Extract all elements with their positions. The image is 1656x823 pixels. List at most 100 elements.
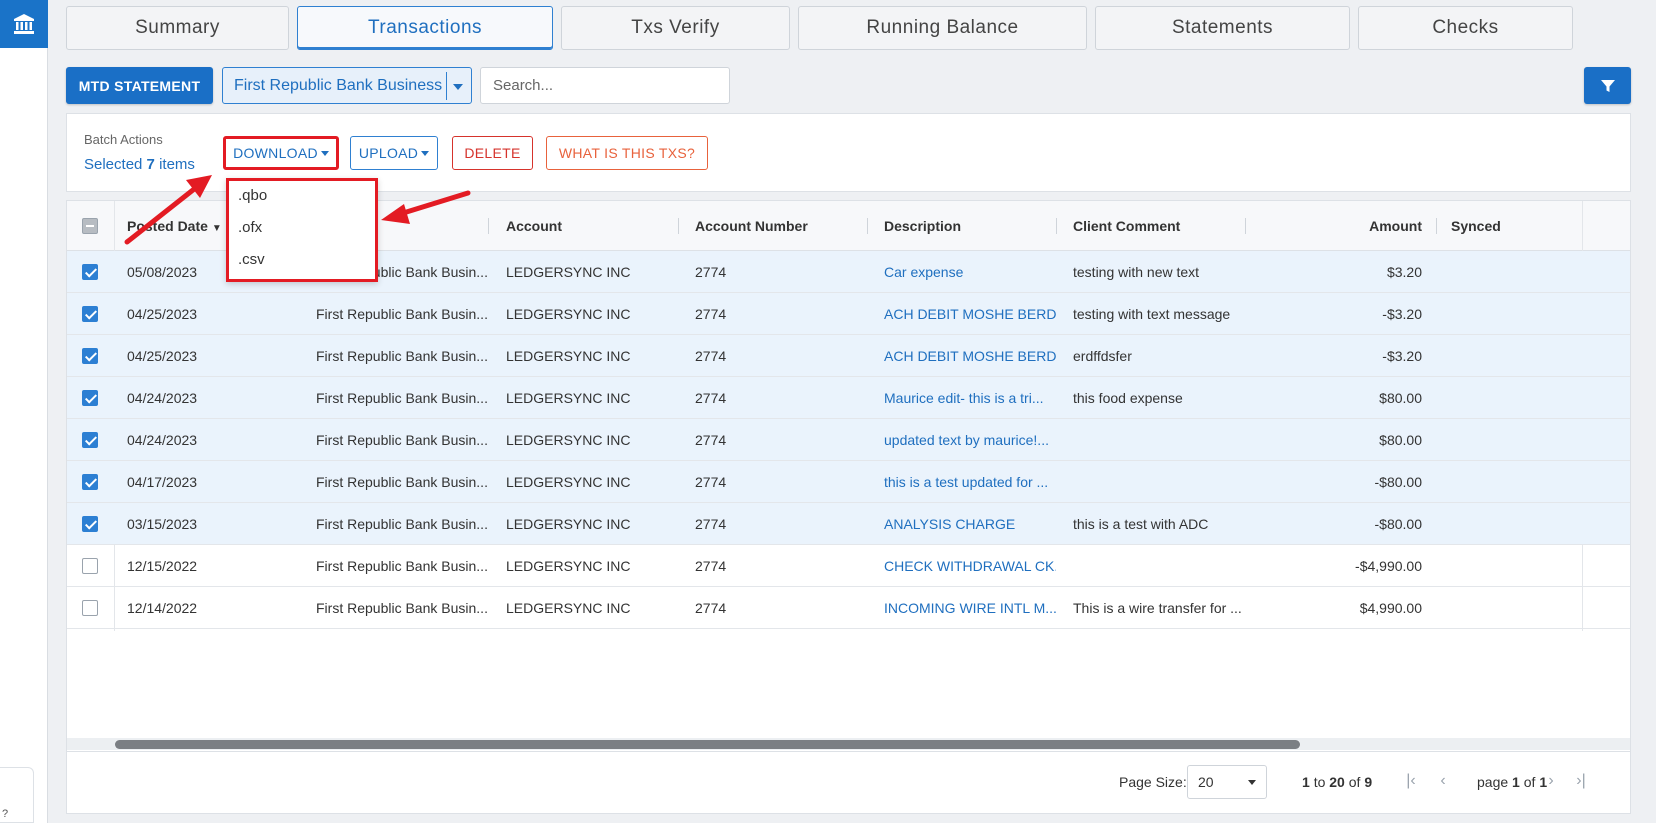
filter-button[interactable] [1584, 67, 1631, 104]
cell-account-number: 2774 [695, 264, 727, 280]
pagination-bar: Page Size: 20 1 to 20 of 9 |‹ ‹ page 1 o… [67, 751, 1630, 813]
horizontal-scrollbar[interactable] [67, 738, 1630, 750]
table-row[interactable]: 04/24/2023 First Republic Bank Busin... LE… [67, 377, 1630, 419]
row-checkbox[interactable] [82, 348, 98, 364]
cell-posted-date: 04/25/2023 [127, 306, 198, 322]
next-page-icon[interactable]: › [1543, 771, 1559, 791]
page-size-value: 20 [1198, 774, 1214, 790]
cell-posted-date: 04/24/2023 [127, 432, 198, 448]
cell-account: LEDGERSYNC INC [506, 558, 631, 574]
cell-bank: First Republic Bank Busin... [316, 558, 488, 574]
bank-account-select[interactable]: First Republic Bank Business [222, 67, 472, 104]
cell-client-comment: This is a wire transfer for ... [1073, 600, 1242, 616]
cell-account-number: 2774 [695, 600, 727, 616]
row-checkbox[interactable] [82, 306, 98, 322]
cell-posted-date: 04/24/2023 [127, 390, 198, 406]
delete-button[interactable]: DELETE [452, 136, 533, 170]
upload-button[interactable]: UPLOAD [350, 136, 438, 170]
what-is-this-txs-button[interactable]: WHAT IS THIS TXS? [546, 136, 708, 170]
download-button[interactable]: DOWNLOAD [223, 136, 339, 170]
mtd-statement-button[interactable]: MTD STATEMENT [66, 67, 213, 104]
range-start: 1 [1302, 774, 1310, 790]
col-client-comment[interactable]: Client Comment [1073, 201, 1243, 251]
last-page-icon[interactable]: ›| [1573, 771, 1589, 791]
help-widget[interactable]: ? [0, 767, 34, 823]
tab-statements[interactable]: Statements [1095, 6, 1350, 50]
cell-account: LEDGERSYNC INC [506, 516, 631, 532]
caret-down-icon [421, 150, 430, 156]
range-to: to [1313, 774, 1326, 790]
cell-client-comment [1073, 419, 1245, 461]
row-checkbox[interactable] [82, 390, 98, 406]
row-checkbox[interactable] [82, 558, 98, 574]
cell-description-link[interactable]: ANALYSIS CHARGE [884, 503, 1056, 545]
cell-description-link[interactable]: updated text by maurice!... [884, 419, 1056, 461]
filter-icon [1600, 79, 1615, 92]
col-description[interactable]: Description [884, 201, 1054, 251]
tab-running-balance[interactable]: Running Balance [798, 6, 1087, 50]
col-resize-handle[interactable] [1436, 218, 1437, 234]
table-row[interactable]: 12/14/2022 First Republic Bank Busin... LE… [67, 587, 1630, 629]
cell-amount: -$4,990.00 [1355, 558, 1422, 574]
col-amount[interactable]: Amount [1262, 201, 1422, 251]
page-size-label: Page Size: [1119, 774, 1187, 790]
cell-description-link[interactable]: INCOMING WIRE INTL M... [884, 587, 1056, 629]
cell-bank: First Republic Bank Busin... [316, 474, 488, 490]
cell-posted-date: 12/15/2022 [127, 558, 198, 574]
row-checkbox[interactable] [82, 432, 98, 448]
main-content: Summary Transactions Txs Verify Running … [51, 0, 1656, 823]
search-input[interactable] [480, 67, 730, 104]
tab-transactions[interactable]: Transactions [297, 6, 553, 50]
table-row[interactable]: 04/17/2023 First Republic Bank Busin... LE… [67, 461, 1630, 503]
page-size-select[interactable]: 20 [1187, 765, 1267, 799]
cell-amount: -$80.00 [1374, 474, 1422, 490]
cell-account: LEDGERSYNC INC [506, 474, 631, 490]
col-account[interactable]: Account [506, 201, 666, 251]
col-account-number[interactable]: Account Number [695, 201, 865, 251]
row-checkbox[interactable] [82, 474, 98, 490]
batch-actions-title: Batch Actions [84, 132, 163, 147]
tab-checks[interactable]: Checks [1358, 6, 1573, 50]
table-row[interactable]: 03/15/2023 First Republic Bank Busin... LE… [67, 503, 1630, 545]
chevron-down-icon [1248, 780, 1256, 785]
cell-description-link[interactable]: Maurice edit- this is a tri... [884, 377, 1056, 419]
cell-account-number: 2774 [695, 474, 727, 490]
cell-client-comment: erdffdsfer [1073, 348, 1132, 364]
col-resize-handle[interactable] [1245, 218, 1246, 234]
table-row[interactable]: 04/24/2023 First Republic Bank Busin... LE… [67, 419, 1630, 461]
row-checkbox[interactable] [82, 516, 98, 532]
bank-icon[interactable] [0, 0, 48, 48]
tab-txs-verify[interactable]: Txs Verify [561, 6, 790, 50]
col-resize-handle[interactable] [488, 218, 489, 234]
cell-account: LEDGERSYNC INC [506, 348, 631, 364]
col-resize-handle[interactable] [678, 218, 679, 234]
cell-amount: -$3.20 [1382, 306, 1422, 322]
selected-count-text: Selected 7 items [84, 156, 195, 173]
scrollbar-thumb[interactable] [115, 740, 1300, 749]
cell-account: LEDGERSYNC INC [506, 264, 631, 280]
table-row[interactable]: 04/25/2023 First Republic Bank Busin... LE… [67, 335, 1630, 377]
cell-description-link[interactable]: this is a test updated for ... [884, 461, 1056, 503]
table-row[interactable]: 12/15/2022 First Republic Bank Busin... LE… [67, 545, 1630, 587]
table-row[interactable]: 04/25/2023 First Republic Bank Busin... LE… [67, 293, 1630, 335]
cell-description-link[interactable]: ACH DEBIT MOSHE BERD... [884, 335, 1056, 377]
first-page-icon[interactable]: |‹ [1403, 771, 1419, 791]
tab-summary[interactable]: Summary [66, 6, 289, 50]
prev-page-icon[interactable]: ‹ [1435, 771, 1451, 791]
select-all-checkbox[interactable] [82, 218, 98, 234]
menu-item-csv[interactable]: .csv [238, 246, 368, 274]
row-checkbox[interactable] [82, 264, 98, 280]
cell-amount: -$80.00 [1374, 516, 1422, 532]
selected-count: 7 [146, 156, 155, 173]
cell-description-link[interactable]: CHECK WITHDRAWAL CK... [884, 545, 1056, 587]
col-resize-handle[interactable] [1056, 218, 1057, 234]
col-resize-handle[interactable] [867, 218, 868, 234]
page-current: 1 [1512, 774, 1520, 790]
cell-client-comment: testing with text message [1073, 306, 1231, 322]
menu-item-qbo[interactable]: .qbo [238, 182, 368, 210]
row-checkbox[interactable] [82, 600, 98, 616]
cell-description-link[interactable]: Car expense [884, 251, 1056, 293]
col-synced[interactable]: Synced I [1451, 201, 1503, 251]
menu-item-ofx[interactable]: .ofx [238, 214, 368, 242]
cell-description-link[interactable]: ACH DEBIT MOSHE BERD... [884, 293, 1056, 335]
